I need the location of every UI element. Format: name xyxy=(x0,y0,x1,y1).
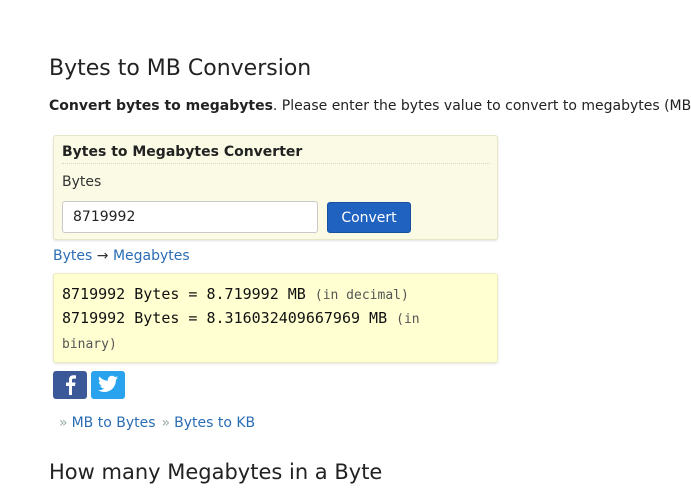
direction-to-link[interactable]: Megabytes xyxy=(113,248,190,264)
intro-rest: . Please enter the bytes value to conver… xyxy=(272,98,691,114)
page: Bytes to MB Conversion Convert bytes to … xyxy=(0,0,691,491)
section-title: How many Megabytes in a Byte xyxy=(49,460,383,484)
related-links: » MB to Bytes» Bytes to KB xyxy=(59,415,255,431)
result-line-binary-wrap: binary) xyxy=(62,334,117,352)
twitter-share-button[interactable] xyxy=(91,371,125,399)
result-binary-value: 8719992 Bytes = 8.316032409667969 MB xyxy=(62,309,388,327)
twitter-icon xyxy=(98,375,118,392)
result-line-decimal: 8719992 Bytes = 8.719992 MB (in decimal) xyxy=(62,285,409,303)
direction-from-link[interactable]: Bytes xyxy=(53,248,92,264)
intro-text: Convert bytes to megabytes. Please enter… xyxy=(49,98,691,114)
result-binary-note-b: binary) xyxy=(62,337,117,352)
result-box: 8719992 Bytes = 8.719992 MB (in decimal)… xyxy=(53,273,498,363)
raquo-separator: » xyxy=(161,415,171,431)
related-link-bytes-to-kb[interactable]: Bytes to KB xyxy=(174,415,255,431)
facebook-share-button[interactable] xyxy=(53,371,87,399)
convert-button[interactable]: Convert xyxy=(327,202,411,233)
result-decimal-note: (in decimal) xyxy=(314,288,409,303)
facebook-icon xyxy=(66,375,76,395)
converter-box: Bytes to Megabytes Converter Bytes Conve… xyxy=(53,135,498,240)
bytes-label: Bytes xyxy=(62,174,102,190)
related-link-mb-to-bytes[interactable]: MB to Bytes xyxy=(72,415,156,431)
result-decimal-value: 8719992 Bytes = 8.719992 MB xyxy=(62,285,306,303)
raquo-separator: » xyxy=(59,415,68,431)
intro-bold: Convert bytes to megabytes xyxy=(49,98,273,114)
bytes-input[interactable] xyxy=(62,201,318,233)
converter-title: Bytes to Megabytes Converter xyxy=(62,144,303,160)
conversion-direction: Bytes → Megabytes xyxy=(53,248,190,264)
result-line-binary: 8719992 Bytes = 8.316032409667969 MB (in xyxy=(62,309,420,327)
arrow-icon: → xyxy=(96,248,109,264)
result-binary-note-a: (in xyxy=(396,312,420,327)
page-title: Bytes to MB Conversion xyxy=(49,56,312,81)
converter-divider xyxy=(62,163,490,164)
